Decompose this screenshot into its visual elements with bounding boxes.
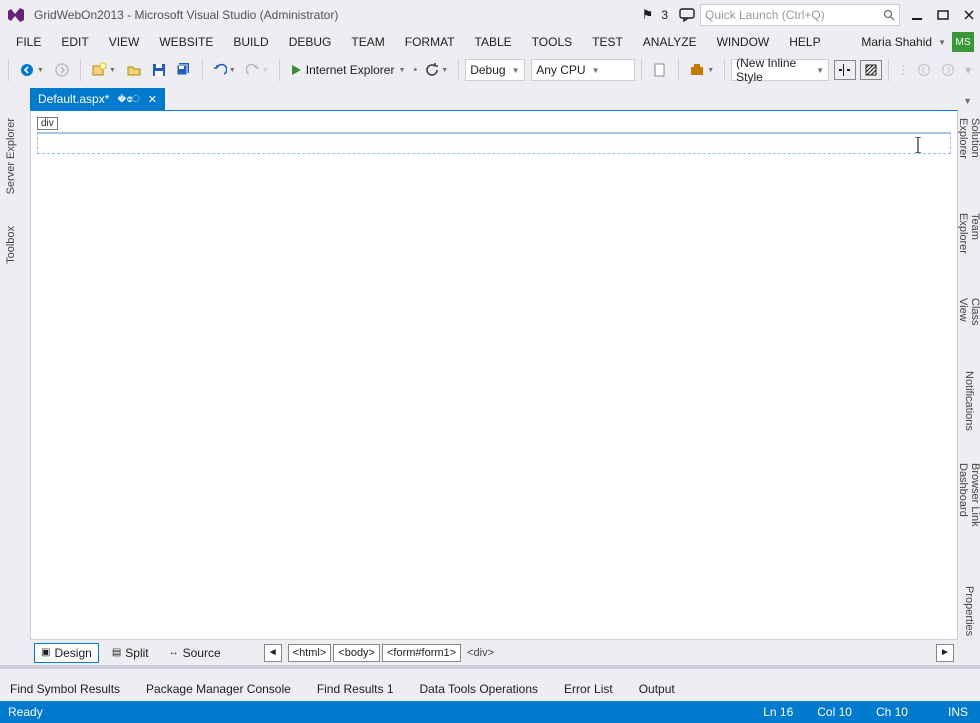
side-tab-browser-link[interactable]: Browser Link Dashboard xyxy=(955,459,980,558)
browserlink-forward-button xyxy=(937,59,959,81)
vs-logo-icon xyxy=(4,3,28,27)
crumb-form[interactable]: <form#form1> xyxy=(382,644,461,662)
menu-team[interactable]: TEAM xyxy=(341,32,394,52)
status-bar: Ready Ln 16 Col 10 Ch 10 INS xyxy=(0,701,980,723)
bottom-tab-error-list[interactable]: Error List xyxy=(560,679,617,699)
menu-format[interactable]: FORMAT xyxy=(395,32,465,52)
save-all-button[interactable] xyxy=(172,59,196,81)
view-switch-bar: ▣Design ▤Split ↔Source ◄ <html> <body> <… xyxy=(30,640,958,665)
toolbox-button[interactable]: ▼ xyxy=(685,59,718,81)
window-title: GridWebOn2013 - Microsoft Visual Studio … xyxy=(34,8,338,22)
bottom-tool-tabs: Find Symbol Results Package Manager Cons… xyxy=(0,677,980,701)
user-dropdown-icon[interactable]: ▼ xyxy=(938,38,946,47)
bottom-tab-find-results[interactable]: Find Results 1 xyxy=(313,679,398,699)
close-tab-icon[interactable]: ✕ xyxy=(148,93,157,106)
new-item-button[interactable] xyxy=(648,59,672,81)
bottom-tab-find-symbol[interactable]: Find Symbol Results xyxy=(6,679,124,699)
crumb-body[interactable]: <body> xyxy=(333,644,380,662)
side-tab-team-explorer[interactable]: Team Explorer xyxy=(955,209,980,270)
platform-select[interactable]: Any CPU▼ xyxy=(531,59,635,81)
show-overlay-button[interactable] xyxy=(860,60,882,80)
quick-launch-placeholder: Quick Launch (Ctrl+Q) xyxy=(705,8,825,22)
menu-file[interactable]: FILE xyxy=(6,32,51,52)
target-rule-button[interactable] xyxy=(834,60,856,80)
side-tab-toolbox[interactable]: Toolbox xyxy=(3,222,19,268)
crumb-html[interactable]: <html> xyxy=(288,644,332,662)
config-select[interactable]: Debug▼ xyxy=(465,59,525,81)
menu-bar: FILE EDIT VIEW WEBSITE BUILD DEBUG TEAM … xyxy=(0,30,980,54)
tab-label: Default.aspx* xyxy=(38,92,109,106)
start-debug-button[interactable]: Internet Explorer ▼ xyxy=(286,59,410,81)
run-target-label: Internet Explorer xyxy=(306,63,395,77)
right-tool-gutter: Solution Explorer Team Explorer Class Vi… xyxy=(958,110,980,640)
toolbar: ▼ ▼ ▼ ▼ Internet Explorer ▼ • ▼ Debug▼ A… xyxy=(0,54,980,86)
view-design-button[interactable]: ▣Design xyxy=(34,643,99,663)
view-source-button[interactable]: ↔Source xyxy=(162,643,228,663)
menu-help[interactable]: HELP xyxy=(779,32,830,52)
nav-back-button[interactable]: ▼ xyxy=(15,59,48,81)
status-ready: Ready xyxy=(8,705,43,719)
crumb-div[interactable]: <div> xyxy=(463,647,498,659)
menu-analyze[interactable]: ANALYZE xyxy=(633,32,707,52)
document-tab-default-aspx[interactable]: Default.aspx* �േ ✕ xyxy=(30,88,165,110)
browserlink-back-button xyxy=(913,59,935,81)
breadcrumb-prev-button[interactable]: ◄ xyxy=(264,644,282,662)
breadcrumb: <html> <body> <form#form1> <div> xyxy=(288,644,498,662)
side-tab-solution-explorer[interactable]: Solution Explorer xyxy=(955,114,980,185)
redo-button[interactable]: ▼ xyxy=(242,59,273,81)
tab-overflow-icon[interactable]: ▼ xyxy=(963,96,972,110)
status-ins: INS xyxy=(948,705,968,719)
design-selection-box[interactable] xyxy=(37,132,951,154)
style-select[interactable]: (New Inline Style▼ xyxy=(731,59,829,81)
menu-build[interactable]: BUILD xyxy=(223,32,278,52)
text-cursor-icon xyxy=(915,137,921,153)
bottom-tab-data-tools[interactable]: Data Tools Operations xyxy=(416,679,543,699)
user-badge[interactable]: MS xyxy=(952,32,974,52)
maximize-button[interactable] xyxy=(936,8,950,22)
bottom-tab-pmc[interactable]: Package Manager Console xyxy=(142,679,295,699)
menu-table[interactable]: TABLE xyxy=(465,32,522,52)
side-tab-properties[interactable]: Properties xyxy=(961,582,977,640)
feedback-icon[interactable] xyxy=(674,8,700,22)
browser-refresh-button[interactable]: ▼ xyxy=(421,59,452,81)
main-area: Server Explorer Toolbox div Solution Exp… xyxy=(0,110,980,640)
menu-website[interactable]: WEBSITE xyxy=(149,32,223,52)
bottom-tab-output[interactable]: Output xyxy=(635,679,679,699)
notification-count: 3 xyxy=(661,8,668,22)
overflow-icon[interactable]: ▾ xyxy=(965,63,971,77)
editor-surface[interactable]: div xyxy=(30,110,958,640)
menu-edit[interactable]: EDIT xyxy=(51,32,98,52)
save-button[interactable] xyxy=(148,59,170,81)
disabled-sep-icon: ⋮ xyxy=(897,63,909,77)
undo-button[interactable]: ▼ xyxy=(209,59,240,81)
breadcrumb-next-button[interactable]: ► xyxy=(936,644,954,662)
menu-view[interactable]: VIEW xyxy=(99,32,150,52)
close-button[interactable] xyxy=(962,8,976,22)
open-file-button[interactable] xyxy=(122,59,146,81)
status-ch: Ch 10 xyxy=(876,705,908,719)
menu-tools[interactable]: TOOLS xyxy=(522,32,582,52)
user-name[interactable]: Maria Shahid xyxy=(861,35,932,49)
quick-launch-input[interactable]: Quick Launch (Ctrl+Q) xyxy=(700,4,900,26)
search-icon xyxy=(883,9,895,21)
side-tab-notifications[interactable]: Notifications xyxy=(961,367,977,435)
nav-forward-button[interactable] xyxy=(50,59,74,81)
menu-window[interactable]: WINDOW xyxy=(707,32,780,52)
pin-icon[interactable]: �േ xyxy=(117,94,139,105)
view-split-button[interactable]: ▤Split xyxy=(105,643,156,663)
title-bar: GridWebOn2013 - Microsoft Visual Studio … xyxy=(0,0,980,30)
tag-chip[interactable]: div xyxy=(37,117,58,130)
notifications-area[interactable]: ⚑ 3 xyxy=(642,7,668,23)
status-col: Col 10 xyxy=(817,705,852,719)
minimize-button[interactable] xyxy=(910,8,924,22)
flag-icon: ⚑ xyxy=(642,7,654,23)
document-tab-bar: Default.aspx* �േ ✕ ▼ xyxy=(0,86,980,110)
new-project-button[interactable]: ▼ xyxy=(87,59,120,81)
side-tab-server-explorer[interactable]: Server Explorer xyxy=(3,114,19,198)
menu-debug[interactable]: DEBUG xyxy=(279,32,342,52)
menu-test[interactable]: TEST xyxy=(582,32,633,52)
side-tab-class-view[interactable]: Class View xyxy=(955,294,980,343)
status-line: Ln 16 xyxy=(763,705,793,719)
left-tool-gutter: Server Explorer Toolbox xyxy=(0,110,22,640)
